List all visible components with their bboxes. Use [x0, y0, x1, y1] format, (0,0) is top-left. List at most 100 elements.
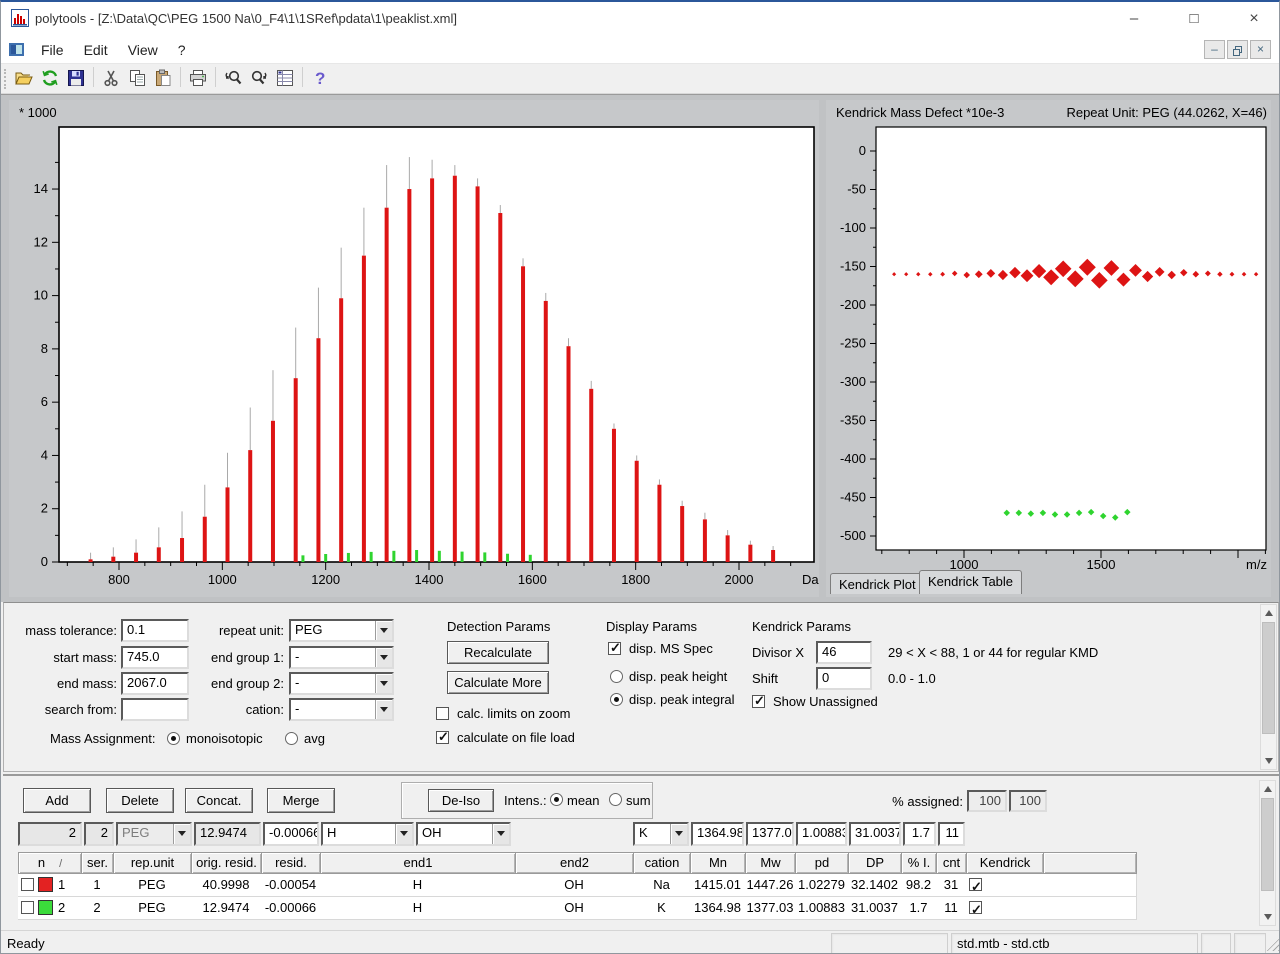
edit-end1-select[interactable]: H — [321, 822, 414, 846]
mdi-restore-button[interactable] — [1227, 40, 1248, 59]
disp-peak-height-radio[interactable] — [610, 670, 623, 683]
col-header-n[interactable]: n/ — [18, 852, 82, 874]
tab-kendrick-table[interactable]: Kendrick Table — [919, 570, 1022, 594]
menu-help[interactable]: ? — [168, 37, 196, 63]
end-group1-select[interactable]: - — [289, 646, 394, 669]
mdi-document-icon[interactable] — [9, 43, 24, 56]
col-header-rep-unit[interactable]: rep.unit — [113, 852, 192, 874]
add-button[interactable]: Add — [23, 788, 91, 813]
series-color-swatch — [38, 877, 53, 892]
print-icon[interactable] — [186, 66, 210, 90]
edit-dp-input[interactable]: 31.0037 — [849, 822, 901, 846]
edit-rep-unit-select[interactable]: PEG — [116, 822, 192, 846]
titlebar[interactable]: polytools - [Z:\Data\QC\PEG 1500 Na\0_F4… — [1, 2, 1279, 36]
menu-edit[interactable]: Edit — [74, 37, 118, 63]
recalculate-button[interactable]: Recalculate — [447, 641, 549, 664]
col-header-cnt[interactable]: cnt — [936, 852, 967, 874]
calc-limits-checkbox[interactable] — [436, 707, 449, 720]
end-group2-select[interactable]: - — [289, 672, 394, 695]
calc-on-load-checkbox[interactable] — [436, 731, 449, 744]
toolbar-grip[interactable] — [4, 69, 7, 89]
shift-input[interactable]: 0 — [816, 667, 872, 690]
disp-ms-spec-checkbox[interactable] — [608, 642, 621, 655]
col-header-cation[interactable]: cation — [633, 852, 691, 874]
edit-n-input[interactable]: 2 — [18, 822, 82, 846]
kendrick-checkbox[interactable] — [969, 878, 982, 891]
show-unassigned-checkbox[interactable] — [752, 695, 765, 708]
tab-kendrick-plot[interactable]: Kendrick Plot — [830, 573, 925, 594]
mass-tolerance-input[interactable]: 0.1 — [121, 619, 189, 642]
col-header-resid-[interactable]: resid. — [261, 852, 321, 874]
edit-end2-select[interactable]: OH — [416, 822, 511, 846]
edit-orig-resid-input[interactable]: 12.9474 — [194, 822, 261, 846]
col-header-ser-[interactable]: ser. — [81, 852, 114, 874]
col-header--i-[interactable]: % I. — [901, 852, 937, 874]
params-scrollbar[interactable] — [1260, 604, 1277, 770]
cation-select[interactable]: - — [289, 698, 394, 721]
disp-peak-integral-radio[interactable] — [610, 693, 623, 706]
avg-radio[interactable] — [285, 732, 298, 745]
col-header-blank[interactable] — [1043, 852, 1137, 874]
col-header-end2[interactable]: end2 — [515, 852, 634, 874]
deiso-button[interactable]: De-Iso — [428, 789, 494, 812]
table-scrollbar[interactable] — [1259, 780, 1276, 926]
col-header-orig-resid-[interactable]: orig. resid. — [191, 852, 262, 874]
delete-button[interactable]: Delete — [106, 788, 174, 813]
mdi-close-button[interactable]: × — [1250, 40, 1271, 59]
divisor-input[interactable]: 46 — [816, 641, 872, 664]
col-header-pd[interactable]: pd — [795, 852, 849, 874]
save-icon[interactable] — [64, 66, 88, 90]
row-checkbox[interactable] — [21, 901, 34, 914]
cut-icon[interactable] — [99, 66, 123, 90]
intens-sum-radio[interactable] — [609, 793, 622, 806]
edit-cation-select[interactable]: K — [633, 822, 689, 846]
paste-icon[interactable] — [151, 66, 175, 90]
toolbar-separator — [93, 67, 94, 87]
calculate-more-button[interactable]: Calculate More — [447, 671, 549, 694]
table-cell: 1447.26 — [745, 874, 796, 897]
edit-cnt-input[interactable]: 11 — [938, 822, 965, 846]
toolbar-separator — [215, 67, 216, 87]
minimize-button[interactable]: – — [1119, 8, 1149, 30]
col-header-end1[interactable]: end1 — [320, 852, 516, 874]
mass-spectrum-plot[interactable]: * 10000246810121480010001200140016001800… — [9, 100, 819, 597]
edit-pct-input[interactable]: 1.7 — [903, 822, 936, 846]
repeat-unit-select[interactable]: PEG — [289, 619, 394, 642]
menu-file[interactable]: File — [31, 37, 74, 63]
resize-grip-icon[interactable] — [1265, 937, 1279, 951]
open-icon[interactable] — [12, 66, 36, 90]
menu-view[interactable]: View — [118, 37, 168, 63]
end-mass-input[interactable]: 2067.0 — [121, 672, 189, 695]
refresh-icon[interactable] — [38, 66, 62, 90]
peaklist-icon[interactable] — [273, 66, 297, 90]
pct-assigned-label: % assigned: — [863, 794, 963, 809]
intens-mean-radio[interactable] — [550, 793, 563, 806]
monoisotopic-radio[interactable] — [167, 732, 180, 745]
start-mass-input[interactable]: 745.0 — [121, 646, 189, 669]
edit-mn-input[interactable]: 1364.98 — [691, 822, 744, 846]
edit-mw-input[interactable]: 1377.03 — [746, 822, 794, 846]
help-icon[interactable]: ? — [308, 66, 332, 90]
col-header-kendrick[interactable]: Kendrick — [966, 852, 1044, 874]
row-checkbox[interactable] — [21, 878, 34, 891]
merge-button[interactable]: Merge — [267, 788, 335, 813]
mdi-minimize-button[interactable]: – — [1204, 40, 1225, 59]
kendrick-mass-defect-plot[interactable]: 0-50-100-150-200-250-300-350-400-450-500… — [826, 100, 1271, 570]
edit-resid-input[interactable]: -0.00066 — [263, 822, 319, 846]
shift-label: Shift — [752, 671, 778, 686]
copy-icon[interactable] — [125, 66, 149, 90]
close-button[interactable]: × — [1239, 8, 1269, 30]
col-header-dp[interactable]: DP — [848, 852, 902, 874]
kendrick-checkbox[interactable] — [969, 901, 982, 914]
intens-sum-label: sum — [626, 793, 651, 808]
edit-pd-input[interactable]: 1.00883 — [796, 822, 847, 846]
menubar: FileEditView? – × — [1, 36, 1279, 64]
zoom-forward-icon[interactable] — [247, 66, 271, 90]
col-header-mw[interactable]: Mw — [745, 852, 796, 874]
edit-ser-input[interactable]: 2 — [84, 822, 114, 846]
zoom-back-icon[interactable] — [221, 66, 245, 90]
search-from-input[interactable] — [121, 698, 189, 721]
maximize-button[interactable]: □ — [1179, 8, 1209, 30]
concat-button[interactable]: Concat. — [185, 788, 253, 813]
col-header-mn[interactable]: Mn — [690, 852, 746, 874]
